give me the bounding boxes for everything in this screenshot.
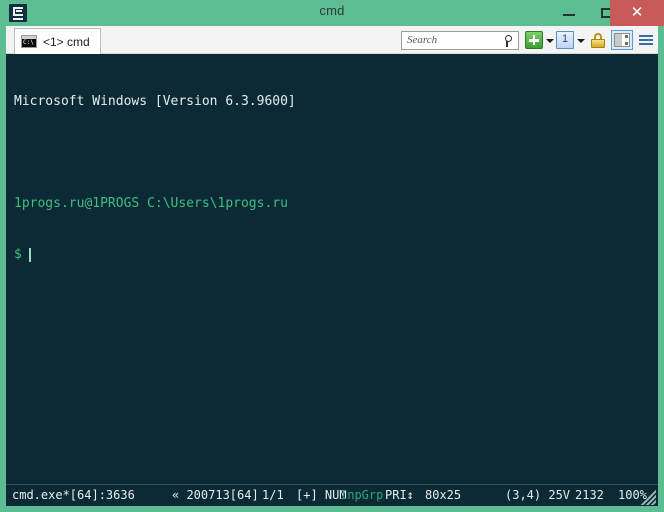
status-bar: cmd.exe*[64]:3636 « 200713[64] 1/1 [+] N… [6,484,658,506]
search-placeholder: Search [407,33,438,46]
terminal-line: Microsoft Windows [Version 6.3.9600] [14,94,296,109]
menu-line-1 [639,35,653,37]
status-priority: PRI↕ [385,488,414,502]
logo-base [13,18,23,20]
menu-line-2 [639,39,653,41]
search-icon[interactable] [503,34,514,47]
conemu-window: cmd ✕ <1> cmd Search [0,0,664,512]
status-pid: 2132 [575,488,604,502]
tab-label: <1> cmd [43,34,90,49]
terminal-output: Microsoft Windows [Version 6.3.9600] 1pr… [6,54,658,297]
status-buffer-size: 80x25 [425,488,462,502]
tab-strip: <1> cmd Search 1 [6,26,658,54]
split-pane-icon[interactable] [611,30,633,50]
text-cursor [28,247,31,262]
status-tab-count: 1/1 [262,488,284,502]
menu-line-3 [639,43,653,45]
tab-cmd[interactable]: <1> cmd [14,28,101,54]
padlock-body [591,39,605,48]
prompt-symbol: $ [14,247,22,262]
status-input-group: InpGrp [340,488,384,502]
toolbar: Search 1 [401,29,655,51]
terminal-prompt-row: $ [14,246,658,263]
split-pane-inner [614,33,630,47]
search-icon-handle [506,40,508,47]
padlock-icon[interactable] [589,31,607,49]
split-pane-dot-top [625,35,628,38]
terminal-line: 1progs.ru@1PROGS C:\Users\1progs.ru [14,196,288,211]
status-build: « 200713[64] [172,488,259,502]
split-pane-dot-bottom [625,42,628,45]
new-console-dropdown-arrow[interactable] [543,31,556,49]
new-console-button[interactable] [525,31,543,49]
resize-grip-icon[interactable] [640,489,656,505]
console-group-button[interactable]: 1 [556,31,574,49]
console-group-label: 1 [561,33,569,45]
console-group-dropdown-arrow[interactable] [574,31,587,49]
hamburger-menu-icon[interactable] [637,31,655,49]
terminal-area[interactable]: Microsoft Windows [Version 6.3.9600] 1pr… [6,54,658,484]
title-bar: cmd ✕ [0,0,664,26]
search-input[interactable]: Search [401,30,519,50]
minimize-icon [563,14,575,16]
split-pane-left [615,34,623,46]
status-cursor-pos: (3,4) 25V [505,488,571,502]
status-flags: [+] NUM [296,488,347,502]
close-button[interactable]: ✕ [610,0,664,26]
minimize-button[interactable] [550,0,588,26]
close-icon: ✕ [630,4,644,21]
console-window-icon [21,35,37,48]
status-process: cmd.exe*[64]:3636 [12,488,135,502]
